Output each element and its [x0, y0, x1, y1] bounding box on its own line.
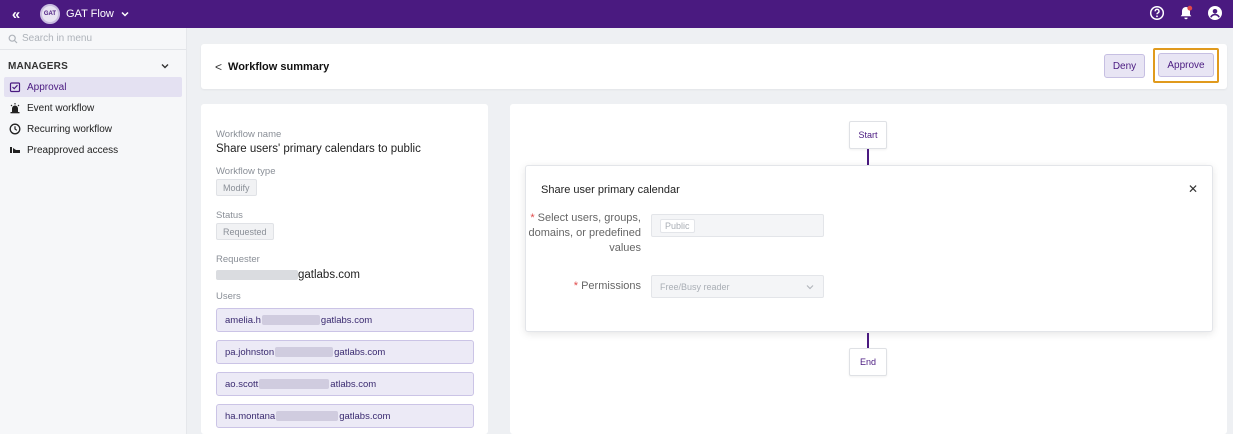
redacted-block	[275, 347, 334, 357]
permissions-select[interactable]: Free/Busy reader	[651, 275, 824, 298]
connector-line	[867, 333, 869, 349]
user-suffix: gatlabs.com	[320, 314, 373, 326]
preapproved-icon	[9, 144, 21, 156]
requester-label: Requester	[216, 254, 260, 265]
chevron-left-icon[interactable]: <	[215, 60, 222, 74]
user-suffix: gatlabs.com	[339, 410, 391, 422]
notification-bell-icon[interactable]	[1178, 5, 1194, 21]
user-chip: ao.scott atlabs.com	[216, 372, 474, 396]
user-chip: pa.johnston gatlabs.com	[216, 340, 474, 364]
help-icon[interactable]	[1149, 5, 1165, 21]
workflow-type-label: Workflow type	[216, 166, 276, 177]
search-bar	[0, 28, 186, 50]
workflow-canvas: Start Share user primary calendar ✕ * Se…	[510, 104, 1227, 434]
back-link[interactable]: < Workflow summary	[215, 60, 329, 74]
workflow-header: < Workflow summary Deny Approve	[201, 44, 1227, 89]
collapse-icon[interactable]: «	[2, 6, 30, 23]
approve-button[interactable]: Approve	[1158, 53, 1214, 77]
workflow-details: Workflow name Share users' primary calen…	[201, 104, 488, 434]
sidebar-item-label: Recurring workflow	[27, 123, 113, 135]
workflow-type-badge: Modify	[216, 179, 257, 196]
section-managers[interactable]: MANAGERS	[0, 55, 186, 77]
workflow-name-label: Workflow name	[216, 129, 282, 140]
user-chip: amelia.h gatlabs.com	[216, 308, 474, 332]
event-icon	[9, 102, 21, 114]
close-icon[interactable]: ✕	[1188, 182, 1198, 196]
search-icon	[8, 34, 18, 43]
chevron-down-icon[interactable]	[805, 282, 815, 292]
requester-value: gatlabs.com	[216, 269, 360, 281]
section-label: MANAGERS	[8, 60, 68, 72]
account-icon[interactable]	[1207, 5, 1223, 21]
users-label: Users	[216, 291, 241, 302]
user-prefix: ao.scott	[225, 378, 259, 390]
permissions-label: * Permissions	[511, 279, 641, 294]
sidebar-item-label: Event workflow	[27, 102, 95, 114]
search-input[interactable]	[22, 33, 172, 44]
connector-line	[867, 149, 869, 166]
step-modal: Share user primary calendar ✕ * Select u…	[525, 165, 1213, 332]
field-label-text: Select users, groups, domains, or predef…	[528, 212, 641, 254]
required-mark: *	[573, 280, 579, 292]
top-bar: « GAT GAT Flow	[0, 0, 1233, 28]
requester-domain: gatlabs.com	[298, 269, 361, 281]
sidebar-item-preapproved-access[interactable]: Preapproved access	[4, 140, 182, 160]
sidebar-item-event-workflow[interactable]: Event workflow	[4, 98, 182, 118]
start-node[interactable]: Start	[849, 121, 887, 149]
sidebar-item-label: Preapproved access	[27, 144, 119, 156]
modal-title: Share user primary calendar	[541, 184, 680, 196]
permissions-value: Free/Busy reader	[660, 281, 730, 292]
chevron-down-icon[interactable]	[160, 61, 170, 71]
clock-icon	[9, 123, 21, 135]
user-suffix: gatlabs.com	[334, 346, 386, 358]
sidebar: MANAGERS Approval Event workflow Recurri…	[0, 28, 187, 434]
redacted-block	[259, 379, 330, 389]
field-label-text: Permissions	[581, 280, 641, 292]
user-suffix: atlabs.com	[330, 378, 377, 390]
sidebar-item-approval[interactable]: Approval	[4, 77, 182, 97]
redacted-block	[276, 411, 339, 421]
deny-button[interactable]: Deny	[1104, 54, 1145, 78]
required-mark: *	[530, 212, 535, 224]
workflow-name: Share users' primary calendars to public	[216, 143, 421, 155]
page-title: Workflow summary	[228, 61, 330, 73]
gat-logo: GAT	[40, 4, 60, 24]
chevron-down-icon[interactable]	[120, 9, 130, 19]
sidebar-item-recurring-workflow[interactable]: Recurring workflow	[4, 119, 182, 139]
user-prefix: ha.montana	[225, 410, 276, 422]
selected-value-chip[interactable]: Public	[660, 218, 695, 233]
select-users-label: * Select users, groups, domains, or pred…	[511, 211, 641, 256]
status-label: Status	[216, 210, 243, 221]
select-users-input[interactable]: Public	[651, 214, 824, 237]
user-prefix: amelia.h	[225, 314, 261, 326]
app-name[interactable]: GAT Flow	[66, 8, 114, 20]
end-node[interactable]: End	[849, 348, 887, 376]
sidebar-item-label: Approval	[27, 81, 67, 93]
redacted-block	[216, 269, 298, 280]
approval-icon	[9, 81, 21, 93]
user-prefix: pa.johnston	[225, 346, 275, 358]
redacted-block	[261, 315, 320, 325]
user-chip: ha.montana gatlabs.com	[216, 404, 474, 428]
status-badge: Requested	[216, 223, 274, 240]
